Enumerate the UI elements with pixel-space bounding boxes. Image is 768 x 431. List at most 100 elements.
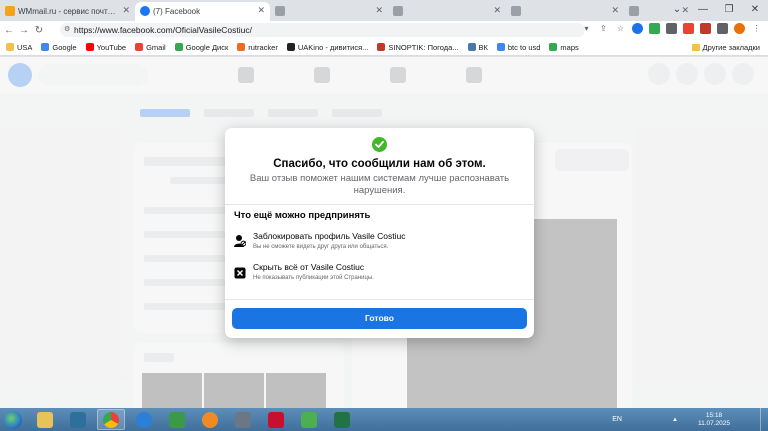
tab-favicon-icon xyxy=(393,6,403,16)
toolbar-right: ▾ ⇪ ☆ ⋮ xyxy=(581,23,762,34)
taskbar-security[interactable] xyxy=(229,409,257,430)
reload-icon[interactable]: ↻ xyxy=(33,25,45,36)
bookmark-youtube[interactable]: YouTube xyxy=(85,43,126,52)
bookmark-uakino[interactable]: UAKino - дивитися... xyxy=(286,42,369,52)
windows-taskbar: EN ▲ 15:18 11.07.2025 xyxy=(0,408,768,431)
maximize-icon[interactable]: ❐ xyxy=(716,0,742,21)
bookmark-sinoptik[interactable]: SINOPTIK: Погода... xyxy=(377,43,459,52)
taskbar-file-explorer[interactable] xyxy=(31,409,59,430)
wmmail-favicon-icon xyxy=(5,6,15,16)
close-tab-icon[interactable]: ✕ xyxy=(257,5,265,16)
bookmark-vk[interactable]: ВК xyxy=(467,43,488,52)
tab-wmmail[interactable]: WMmail.ru - сервис почтовых ра... ✕ xyxy=(0,2,135,21)
star-icon[interactable]: ☆ xyxy=(615,23,626,34)
bookmark-maps[interactable]: maps xyxy=(549,42,579,52)
report-feedback-dialog: Спасибо, что сообщили нам об этом. Ваш о… xyxy=(225,128,534,338)
extension-icon[interactable] xyxy=(717,23,728,34)
play-icon xyxy=(202,411,218,428)
address-text: https://www.facebook.com/OficialVasileCo… xyxy=(74,25,252,35)
site-info-icon[interactable]: ⚙ xyxy=(64,23,70,37)
tab-5[interactable]: ✕ xyxy=(506,2,624,21)
minimize-icon[interactable]: — xyxy=(690,0,716,21)
shield-icon xyxy=(235,411,251,428)
facebook-favicon-icon xyxy=(140,6,150,16)
extension-icon[interactable] xyxy=(683,23,694,34)
taskbar-winamp[interactable] xyxy=(64,409,92,430)
maps-icon xyxy=(549,43,558,51)
bookmark-gmail[interactable]: Gmail xyxy=(135,43,166,52)
close-tab-icon[interactable]: ✕ xyxy=(611,5,619,16)
tab-title: (7) Facebook xyxy=(153,7,201,16)
bookmark-btc[interactable]: btc to usd xyxy=(496,42,541,52)
close-tab-icon[interactable]: ✕ xyxy=(375,5,383,16)
bookmark-google[interactable]: Google xyxy=(41,43,77,52)
start-button[interactable] xyxy=(0,409,26,431)
taskbar-task-manager[interactable] xyxy=(163,409,191,430)
tab-title: WMmail.ru - сервис почтовых ра... xyxy=(18,7,117,16)
option-title: Скрыть всё от Vasile Costiuc xyxy=(253,262,365,272)
bookmark-label: USA xyxy=(17,42,33,52)
tab-3[interactable]: ✕ xyxy=(270,2,388,21)
monitor-icon xyxy=(169,411,185,428)
bookmark-usa[interactable]: USA xyxy=(6,43,32,52)
done-button[interactable]: Готово xyxy=(232,308,527,329)
close-tab-icon[interactable]: ✕ xyxy=(122,5,130,16)
option-description: Не показывать публикации этой Страницы. xyxy=(253,275,374,281)
clock[interactable]: 15:18 11.07.2025 xyxy=(698,412,730,428)
chrome-icon xyxy=(103,411,119,428)
check-circle-icon xyxy=(372,137,387,152)
google-icon xyxy=(41,43,50,51)
clock-time: 15:18 xyxy=(705,411,723,419)
clock-date: 11.07.2025 xyxy=(697,419,730,427)
other-bookmarks[interactable]: Другие закладки xyxy=(691,43,760,52)
taskbar-aida64[interactable] xyxy=(262,409,290,430)
system-tray: EN ▲ 15:18 11.07.2025 xyxy=(612,408,768,431)
extension-icon[interactable] xyxy=(649,23,660,34)
bookmark-google-drive[interactable]: Google Диск xyxy=(174,42,229,52)
gmail-icon xyxy=(135,43,144,51)
bookmark-label: Google Диск xyxy=(185,42,229,52)
taskbar-excel[interactable] xyxy=(328,409,356,430)
tab-favicon-icon xyxy=(511,6,521,16)
show-hidden-icons-icon[interactable]: ▲ xyxy=(672,417,678,423)
windows-logo-icon xyxy=(4,410,22,429)
bookmark-label: btc to usd xyxy=(507,42,541,52)
share-icon[interactable]: ⇪ xyxy=(598,23,609,34)
forward-icon[interactable]: → xyxy=(18,25,30,36)
bookmark-label: UAKino - дивитися... xyxy=(297,42,369,52)
taskbar-remote[interactable] xyxy=(295,409,323,430)
menu-icon[interactable]: ⋮ xyxy=(751,23,762,34)
taskbar-browser[interactable] xyxy=(130,409,158,430)
bookmark-label: rutracker xyxy=(248,42,278,52)
google-drive-icon xyxy=(174,43,183,51)
section-title: Что ещё можно предпринять xyxy=(234,210,371,221)
tab-facebook[interactable]: (7) Facebook ✕ xyxy=(135,2,270,21)
address-bar[interactable]: ⚙ https://www.facebook.com/OficialVasile… xyxy=(60,23,585,37)
bookmark-rutracker[interactable]: rutracker xyxy=(237,43,278,52)
extension-icon[interactable] xyxy=(700,23,711,34)
option-title: Заблокировать профиль Vasile Costiuc xyxy=(253,231,406,241)
folder-icon xyxy=(691,44,700,51)
window-controls: ⌄ — ❐ ✕ xyxy=(664,0,768,21)
hide-all-option[interactable]: Скрыть всё от Vasile Costiuc Не показыва… xyxy=(234,262,524,288)
extension-icon[interactable] xyxy=(666,23,677,34)
dialog-title: Спасибо, что сообщили нам об этом. xyxy=(273,158,486,170)
extension-icon[interactable] xyxy=(632,23,643,34)
taskbar-chrome[interactable] xyxy=(97,409,125,430)
block-profile-option[interactable]: Заблокировать профиль Vasile Costiuc Вы … xyxy=(234,231,524,257)
taskbar-media-player[interactable] xyxy=(196,409,224,430)
folder-icon xyxy=(37,411,53,428)
uakino-icon xyxy=(286,43,295,51)
back-icon[interactable]: ← xyxy=(3,25,15,36)
show-desktop-button[interactable] xyxy=(760,408,768,431)
close-window-icon[interactable]: ✕ xyxy=(742,0,768,21)
bookmark-label: Gmail xyxy=(146,42,166,52)
tab-4[interactable]: ✕ xyxy=(388,2,506,21)
language-indicator[interactable]: EN xyxy=(612,416,622,423)
profile-avatar-icon[interactable] xyxy=(734,23,745,34)
close-tab-icon[interactable]: ✕ xyxy=(493,5,501,16)
bookmark-label: maps xyxy=(560,42,579,52)
tab-search-icon[interactable]: ⌄ xyxy=(664,0,690,21)
hide-icon xyxy=(234,267,246,279)
dropdown-icon[interactable]: ▾ xyxy=(581,23,592,34)
